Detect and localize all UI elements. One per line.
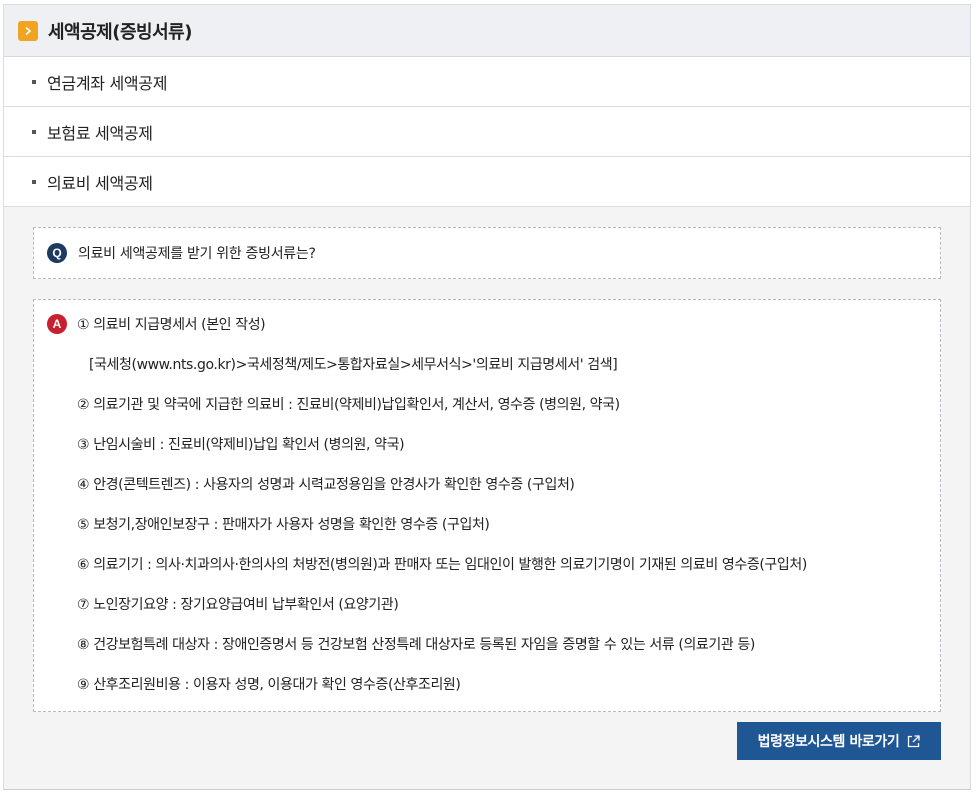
faq-content: Q 의료비 세액공제를 받기 위한 증빙서류는? A ① 의료비 지급명세서 (… [4, 207, 970, 760]
answer-line: ⑦ 노인장기요양 : 장기요양급여비 납부확인서 (요양기관) [77, 597, 399, 613]
tax-credit-panel: 세액공제(증빙서류) 연금계좌 세액공제 보험료 세액공제 의료비 세액공제 Q… [3, 4, 971, 790]
menu-item-pension[interactable]: 연금계좌 세액공제 [4, 57, 970, 107]
menu-item-insurance[interactable]: 보험료 세액공제 [4, 107, 970, 157]
chevron-right-icon [18, 20, 38, 41]
law-info-system-button[interactable]: 법령정보시스템 바로가기 [737, 722, 941, 760]
answer-line: ③ 난임시술비 : 진료비(약제비)납입 확인서 (병의원, 약국) [77, 437, 405, 453]
menu-item-label: 보험료 세액공제 [47, 123, 153, 143]
answer-line: ⑥ 의료기기 : 의사·치과의사·한의사의 처방전(병의원)과 판매자 또는 임… [77, 557, 807, 573]
answer-line: ④ 안경(콘텍트렌즈) : 사용자의 성명과 시력교정용임을 안경사가 확인한 … [77, 477, 575, 493]
answer-line: ⑧ 건강보험특례 대상자 : 장애인증명서 등 건강보험 산정특례 대상자로 등… [77, 637, 755, 653]
external-link-icon [907, 734, 921, 748]
answer-box: A ① 의료비 지급명세서 (본인 작성) [국세청(www.nts.go.kr… [33, 299, 941, 712]
answer-badge: A [47, 314, 67, 334]
menu-item-label: 의료비 세액공제 [47, 173, 153, 193]
answer-list: ① 의료비 지급명세서 (본인 작성) [국세청(www.nts.go.kr)>… [77, 315, 930, 715]
panel-header: 세액공제(증빙서류) [4, 5, 970, 57]
answer-line: ② 의료기관 및 약국에 지급한 의료비 : 진료비(약제비)납입확인서, 계산… [77, 397, 620, 413]
answer-line: ⑨ 산후조리원비용 : 이용자 성명, 이용대가 확인 영수증(산후조리원) [77, 677, 461, 693]
question-box: Q 의료비 세액공제를 받기 위한 증빙서류는? [33, 227, 941, 279]
panel-title: 세액공제(증빙서류) [48, 21, 192, 43]
menu-item-label: 연금계좌 세액공제 [47, 73, 168, 93]
question-badge: Q [47, 243, 67, 263]
bullet-icon [32, 129, 36, 134]
menu-item-medical[interactable]: 의료비 세액공제 [4, 157, 970, 207]
answer-line: ① 의료비 지급명세서 (본인 작성) [77, 317, 266, 333]
link-button-label: 법령정보시스템 바로가기 [757, 734, 900, 750]
answer-line-path: [국세청(www.nts.go.kr)>국세정책/제도>통합자료실>세무서식>'… [89, 357, 618, 373]
bullet-icon [32, 79, 36, 84]
bullet-icon [32, 179, 36, 184]
answer-line: ⑤ 보청기,장애인보장구 : 판매자가 사용자 성명을 확인한 영수증 (구입처… [77, 517, 490, 533]
question-text: 의료비 세액공제를 받기 위한 증빙서류는? [78, 246, 316, 262]
